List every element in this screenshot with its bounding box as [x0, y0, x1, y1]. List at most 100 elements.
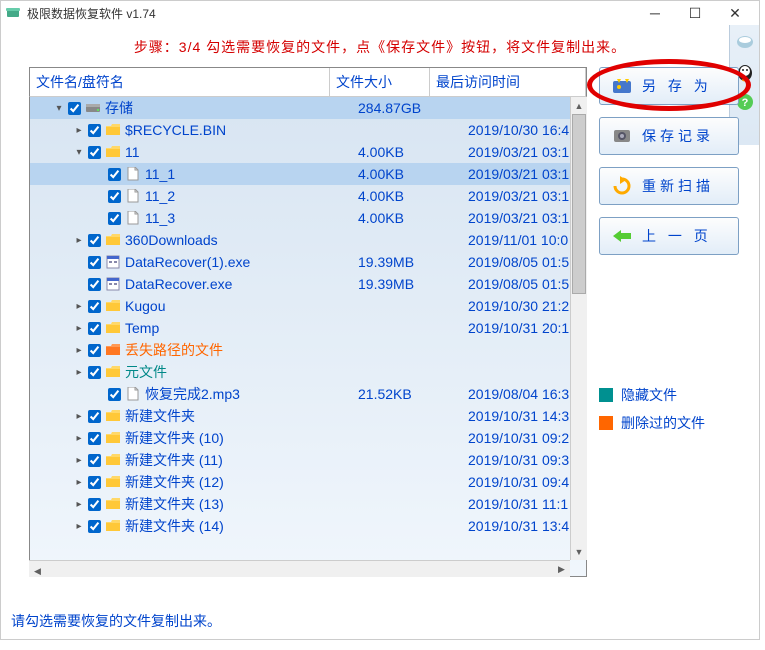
file-checkbox[interactable] [88, 520, 101, 533]
file-checkbox[interactable] [88, 300, 101, 313]
file-name: Temp [125, 320, 159, 336]
file-date: 2019/08/04 16:3 [468, 386, 569, 402]
file-name: 360Downloads [125, 232, 218, 248]
file-checkbox[interactable] [88, 454, 101, 467]
expand-toggle[interactable]: ▸ [72, 345, 86, 356]
scroll-thumb-v[interactable] [572, 114, 586, 294]
close-button[interactable]: ✕ [715, 1, 755, 25]
file-row[interactable]: ▸新建文件夹 (14)2019/10/31 13:4 [30, 515, 586, 537]
save-record-button[interactable]: 保存记录 [599, 117, 739, 155]
file-checkbox[interactable] [108, 190, 121, 203]
file-row[interactable]: ▾114.00KB2019/03/21 03:1 [30, 141, 586, 163]
file-checkbox[interactable] [88, 146, 101, 159]
file-row[interactable]: ▸Temp2019/10/31 20:1 [30, 317, 586, 339]
legend-hidden-label: 隐藏文件 [621, 385, 677, 405]
scroll-left-arrow[interactable]: ◀ [29, 564, 46, 580]
file-row[interactable]: ▸新建文件夹 (10)2019/10/31 09:2 [30, 427, 586, 449]
legend-deleted-label: 删除过的文件 [621, 413, 705, 433]
file-row[interactable]: 11_24.00KB2019/03/21 03:1 [30, 185, 586, 207]
expand-toggle[interactable]: ▸ [72, 125, 86, 136]
file-checkbox[interactable] [88, 256, 101, 269]
file-size: 4.00KB [358, 188, 404, 204]
prev-page-button[interactable]: 上 一 页 [599, 217, 739, 255]
scroll-down-arrow[interactable]: ▼ [571, 543, 587, 560]
file-row[interactable]: ▸新建文件夹 (12)2019/10/31 09:4 [30, 471, 586, 493]
scroll-up-arrow[interactable]: ▲ [571, 97, 587, 114]
file-row[interactable]: 11_1 4.00KB 2019/03/21 03:1 [30, 163, 586, 185]
file-row[interactable]: ▸$RECYCLE.BIN2019/10/30 16:4 [30, 119, 586, 141]
file-size: 4.00KB [358, 166, 404, 182]
file-checkbox[interactable] [88, 498, 101, 511]
file-checkbox[interactable] [88, 322, 101, 335]
file-checkbox[interactable] [88, 278, 101, 291]
file-row[interactable]: ▸新建文件夹2019/10/31 14:3 [30, 405, 586, 427]
file-checkbox[interactable] [88, 344, 101, 357]
file-row[interactable]: ▸新建文件夹 (11)2019/10/31 09:3 [30, 449, 586, 471]
maximize-button[interactable]: ☐ [675, 1, 715, 25]
expand-toggle[interactable]: ▸ [72, 521, 86, 532]
folder-icon [105, 430, 121, 446]
file-row[interactable]: DataRecover(1).exe19.39MB2019/08/05 01:5 [30, 251, 586, 273]
file-checkbox[interactable] [88, 124, 101, 137]
col-header-date[interactable]: 最后访问时间 [430, 68, 586, 96]
file-name: 11 [125, 144, 140, 160]
file-row[interactable]: ▸新建文件夹 (13)2019/10/31 11:1 [30, 493, 586, 515]
file-checkbox[interactable] [88, 410, 101, 423]
folder-icon [105, 232, 121, 248]
expand-toggle[interactable]: ▸ [72, 477, 86, 488]
vertical-scrollbar[interactable]: ▲ ▼ [570, 97, 587, 560]
file-date: 2019/03/21 03:1 [468, 166, 569, 182]
file-checkbox[interactable] [108, 388, 121, 401]
folder-icon [105, 408, 121, 424]
file-row[interactable]: 11_34.00KB2019/03/21 03:1 [30, 207, 586, 229]
file-row[interactable]: ▸丢失路径的文件 [30, 339, 586, 361]
file-size: 284.87GB [358, 100, 421, 116]
scroll-right-arrow[interactable]: ▶ [553, 561, 570, 577]
minimize-button[interactable]: ─ [635, 1, 675, 25]
file-panel: 文件名/盘符名 文件大小 最后访问时间 ▾存储284.87GB ▸ $RECYCLE… [29, 67, 587, 577]
expand-toggle[interactable]: ▸ [72, 411, 86, 422]
file-checkbox[interactable] [88, 234, 101, 247]
file-checkbox[interactable] [88, 432, 101, 445]
expand-toggle[interactable]: ▸ [72, 433, 86, 444]
file-name: $RECYCLE.BIN [125, 122, 226, 138]
window-controls: ─ ☐ ✕ [635, 1, 755, 25]
expand-toggle[interactable]: ▸ [72, 301, 86, 312]
file-name: 新建文件夹 [125, 406, 195, 426]
file-row[interactable]: ▸Kugou2019/10/30 21:2 [30, 295, 586, 317]
file-checkbox[interactable] [88, 476, 101, 489]
expand-toggle[interactable]: ▸ [72, 499, 86, 510]
expand-toggle[interactable]: ▸ [72, 367, 86, 378]
file-size: 19.39MB [358, 276, 414, 292]
file-checkbox[interactable] [108, 212, 121, 225]
file-checkbox[interactable] [108, 168, 121, 181]
save-as-button[interactable]: 另 存 为 [599, 67, 739, 105]
expand-toggle[interactable]: ▾ [52, 103, 66, 114]
expand-toggle[interactable]: ▸ [72, 455, 86, 466]
horizontal-scrollbar[interactable]: ◀ ▶ [29, 560, 570, 577]
rescan-label: 重新扫描 [642, 176, 714, 196]
file-name: 新建文件夹 (14) [125, 516, 224, 536]
file-name: 11_1 [145, 166, 175, 182]
file-row[interactable]: DataRecover.exe19.39MB2019/08/05 01:5 [30, 273, 586, 295]
file-date: 2019/08/05 01:5 [468, 276, 569, 292]
rescan-button[interactable]: 重新扫描 [599, 167, 739, 205]
col-header-name[interactable]: 文件名/盘符名 [30, 68, 330, 96]
file-row[interactable]: ▸360Downloads2019/11/01 10:0 [30, 229, 586, 251]
file-date: 2019/03/21 03:1 [468, 210, 569, 226]
main-area: 文件名/盘符名 文件大小 最后访问时间 ▾存储284.87GB ▸ $RECYCLE… [1, 67, 759, 577]
file-name: 新建文件夹 (12) [125, 472, 224, 492]
expand-toggle[interactable]: ▸ [72, 235, 86, 246]
tool-icon-1[interactable] [734, 31, 756, 53]
file-list[interactable]: ▾存储284.87GB▸$RECYCLE.BIN2019/10/30 16:4▾… [29, 97, 587, 577]
expand-toggle[interactable]: ▾ [72, 147, 86, 158]
file-checkbox[interactable] [88, 366, 101, 379]
file-row[interactable]: ▸元文件 [30, 361, 586, 383]
file-checkbox[interactable] [68, 102, 81, 115]
file-row[interactable]: ▾存储284.87GB [30, 97, 586, 119]
col-header-size[interactable]: 文件大小 [330, 68, 430, 96]
file-row[interactable]: 恢复完成2.mp321.52KB2019/08/04 16:3 [30, 383, 586, 405]
app-icon [5, 5, 21, 21]
save-record-label: 保存记录 [642, 126, 714, 146]
expand-toggle[interactable]: ▸ [72, 323, 86, 334]
